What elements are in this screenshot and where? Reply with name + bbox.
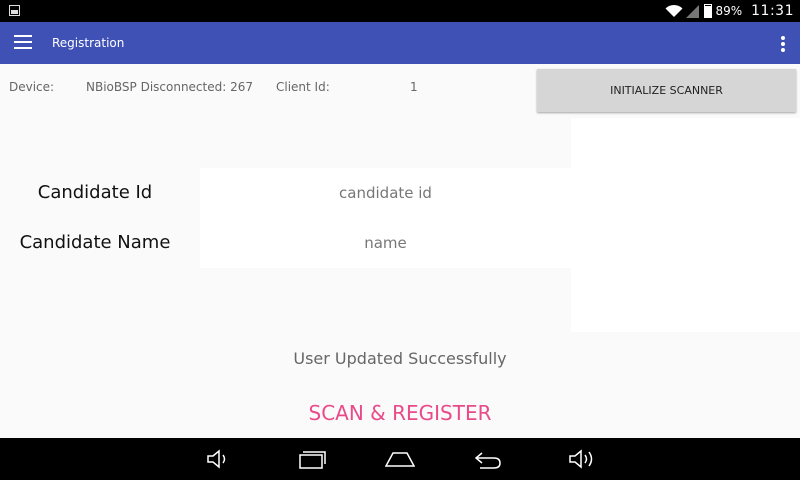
volume-down-icon[interactable] <box>203 447 233 471</box>
status-message: User Updated Successfully <box>293 349 507 368</box>
image-notification-icon <box>9 5 20 16</box>
device-status: NBioBSP Disconnected: 267 <box>86 80 253 94</box>
status-bar: 89% 11:31 <box>0 0 800 22</box>
candidate-name-input[interactable] <box>200 218 571 268</box>
more-vertical-icon[interactable] <box>780 36 786 52</box>
scan-register-button[interactable]: SCAN & REGISTER <box>280 395 520 431</box>
device-label: Device: <box>9 80 55 94</box>
initialize-scanner-button[interactable]: INITIALIZE SCANNER <box>537 69 796 112</box>
app-bar: Registration <box>0 22 800 64</box>
back-icon[interactable] <box>472 447 502 471</box>
clock: 11:31 <box>751 3 794 19</box>
page-title: Registration <box>52 36 125 50</box>
signal-icon <box>686 4 700 18</box>
battery-icon <box>704 4 713 18</box>
home-icon[interactable] <box>385 447 415 471</box>
wifi-icon <box>665 4 683 17</box>
recent-apps-icon[interactable] <box>297 447 327 471</box>
battery-percent: 89% <box>715 4 743 18</box>
client-id-label: Client Id: <box>276 80 330 94</box>
status-bar-right: 89% 11:31 <box>665 0 794 22</box>
candidate-name-label: Candidate Name <box>19 232 171 253</box>
candidate-id-label: Candidate Id <box>37 182 153 203</box>
hamburger-menu-icon[interactable] <box>14 35 32 49</box>
volume-up-icon[interactable] <box>567 447 597 471</box>
navigation-bar <box>0 438 800 480</box>
client-id-value: 1 <box>410 80 418 94</box>
candidate-id-input[interactable] <box>200 168 571 218</box>
scanner-preview-panel <box>571 118 800 332</box>
